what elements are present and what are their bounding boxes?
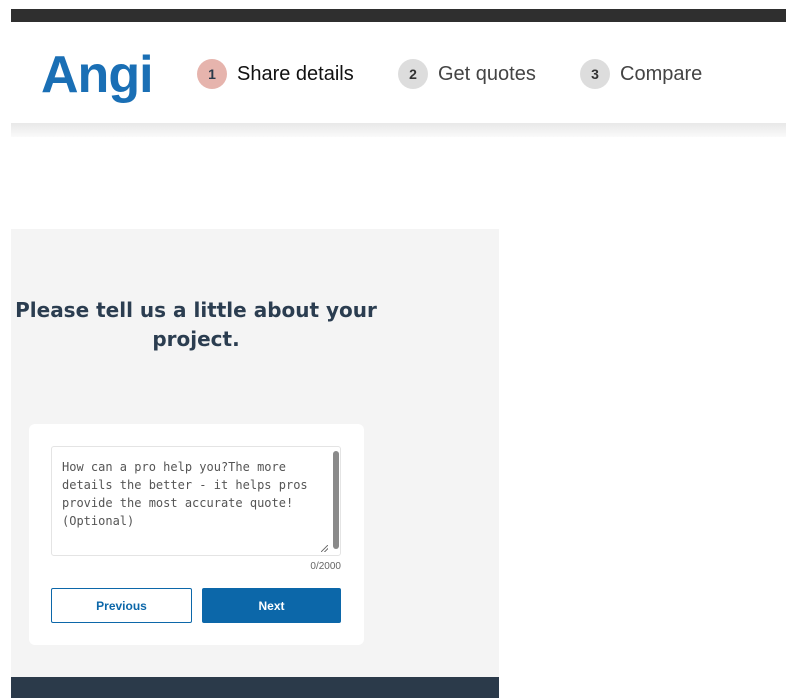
- character-count: 0/2000: [310, 561, 341, 572]
- textarea-scrollbar[interactable]: [333, 451, 339, 549]
- step-share-details: 1 Share details: [197, 59, 354, 89]
- previous-button[interactable]: Previous: [51, 588, 192, 623]
- project-details-field: [51, 446, 341, 556]
- step-number-badge: 3: [580, 59, 610, 89]
- step-label: Get quotes: [438, 62, 536, 85]
- resize-handle-icon[interactable]: [321, 545, 328, 552]
- step-label: Share details: [237, 62, 354, 85]
- page: Angi 1 Share details 2 Get quotes 3 Comp…: [0, 0, 786, 698]
- footer-bar: [11, 677, 499, 698]
- step-number-badge: 1: [197, 59, 227, 89]
- step-compare: 3 Compare: [580, 59, 702, 89]
- next-button[interactable]: Next: [202, 588, 341, 623]
- project-details-input[interactable]: [52, 447, 340, 555]
- header-shadow: [11, 123, 786, 137]
- step-get-quotes: 2 Get quotes: [398, 59, 536, 89]
- page-title: Please tell us a little about your proje…: [15, 298, 377, 351]
- browser-top-strip: [11, 9, 786, 22]
- step-label: Compare: [620, 62, 703, 85]
- angi-logo[interactable]: Angi: [41, 45, 154, 105]
- step-number-badge: 2: [398, 59, 428, 89]
